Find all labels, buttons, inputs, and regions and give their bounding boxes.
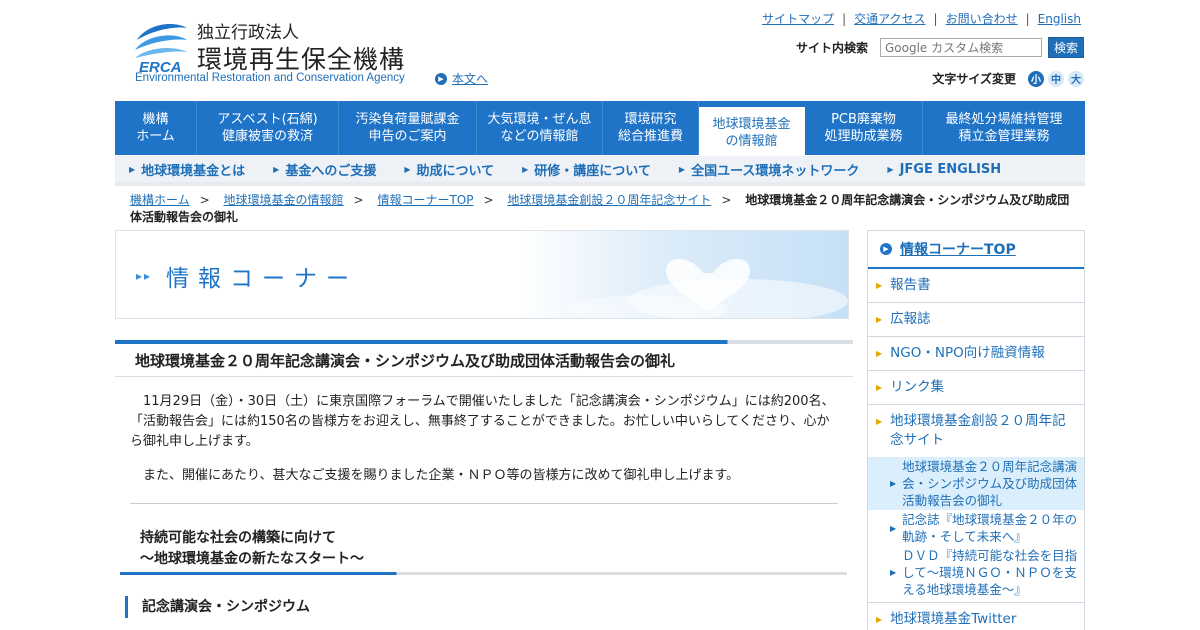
gnav-item-asbestos[interactable]: アスベスト(石綿) 健康被害の救済 bbox=[197, 101, 339, 155]
gnav-item-env-research[interactable]: 環境研究 総合推進費 bbox=[603, 101, 699, 155]
divider bbox=[130, 503, 838, 504]
side-nav: ▶ 情報コーナーTOP ▶ 報告書 ▶ 広報誌 ▶ NGO・NPO向け融資情報 ▶ リン… bbox=[867, 230, 1085, 630]
subnav-item-training[interactable]: ▶ 研修・講座について bbox=[508, 160, 665, 179]
chevron-right-icon: ▶ bbox=[890, 523, 897, 533]
chevron-right-icon: ▶ bbox=[522, 164, 529, 174]
english-link[interactable]: English bbox=[1038, 12, 1081, 26]
site-search: サイト内検索 検索 bbox=[796, 37, 1084, 58]
chevron-right-icon: ▶ bbox=[678, 164, 686, 174]
side-sub-list: ▶ 地球環境基金２０周年記念講演会・シンポジウム及び助成団体活動報告会の御礼 ▶ 記… bbox=[868, 457, 1084, 603]
banner-title: ▸▸ 情報コーナー bbox=[136, 266, 359, 292]
gnav-item-landfill[interactable]: 最終処分場維持管理 積立金管理業務 bbox=[923, 101, 1085, 155]
breadcrumb: 機構ホーム > 地球環境基金の情報館 > 情報コーナーTOP > 地球環境基金創設２０… bbox=[130, 193, 1070, 224]
side-subitem-thanks[interactable]: ▶ 地球環境基金２０周年記念講演会・シンポジウム及び助成団体活動報告会の御礼 bbox=[868, 457, 1084, 510]
section-title: 持続可能な社会の構築に向けて ～地球環境基金の新たなスタート～ bbox=[140, 530, 364, 567]
side-item-reports[interactable]: ▶ 報告書 bbox=[868, 269, 1084, 303]
triangle-right-icon: ▶ bbox=[876, 349, 883, 358]
subnav-item-support[interactable]: ▶ 基金へのご支援 bbox=[259, 160, 390, 179]
breadcrumb-link-info-top[interactable]: 情報コーナーTOP bbox=[377, 193, 473, 207]
subnav-item-grants[interactable]: ▶ 助成について bbox=[390, 160, 508, 179]
side-item-20th-site[interactable]: ▶ 地球環境基金創設２０周年記念サイト bbox=[868, 405, 1084, 457]
subnav-item-about[interactable]: ▶ 地球環境基金とは bbox=[115, 160, 259, 179]
side-nav-head[interactable]: ▶ 情報コーナーTOP bbox=[868, 231, 1084, 269]
triangle-right-icon: ▶ bbox=[876, 383, 883, 392]
org-name-en: Environmental Restoration and Conservati… bbox=[135, 72, 405, 84]
utility-links: サイトマップ | 交通アクセス | お問い合わせ | English bbox=[762, 10, 1081, 27]
font-size-small-button[interactable]: 小 bbox=[1028, 70, 1044, 87]
body-paragraph: また、開催にあたり、甚大なご支援を賜りました企業・ＮＰＯ等の皆様方に改めて御礼申… bbox=[143, 468, 740, 483]
side-item-pr-magazine[interactable]: ▶ 広報誌 bbox=[868, 303, 1084, 337]
sitemap-link[interactable]: サイトマップ bbox=[762, 10, 834, 27]
chevron-right-icon: ▶ bbox=[890, 568, 897, 577]
breadcrumb-link-fund[interactable]: 地球環境基金の情報館 bbox=[224, 193, 344, 207]
gnav-item-pcb[interactable]: PCB廃棄物 処理助成業務 bbox=[805, 101, 923, 155]
double-arrow-icon: ▸▸ bbox=[136, 269, 153, 283]
triangle-right-icon: ▶ bbox=[876, 615, 883, 624]
subnav-item-youth-network[interactable]: ▶ 全国ユース環境ネットワーク bbox=[665, 160, 874, 179]
font-size-medium-button[interactable]: 中 bbox=[1048, 70, 1064, 87]
gnav-item-global-env-fund[interactable]: 地球環境基金 の情報館 bbox=[699, 107, 805, 155]
site-logo[interactable]: ERCA 独立行政法人 環境再生保全機構 Environmental Resto… bbox=[133, 16, 433, 86]
search-label: サイト内検索 bbox=[795, 41, 868, 55]
subsection-title: 記念講演会・シンポジウム bbox=[125, 596, 310, 618]
global-nav: 機構 ホーム アスベスト(石綿) 健康被害の救済 汚染負荷量賦課金 申告のご案内 大気… bbox=[115, 101, 1085, 155]
arrow-circle-icon: ▶ bbox=[880, 243, 892, 255]
chevron-right-icon: ▶ bbox=[404, 164, 411, 174]
chevron-right-icon: ▶ bbox=[890, 479, 897, 488]
search-button[interactable]: 検索 bbox=[1047, 37, 1084, 58]
chevron-right-icon: ▶ bbox=[887, 164, 894, 174]
heart-cloud-image bbox=[568, 258, 848, 318]
org-name: 環境再生保全機構 bbox=[197, 45, 406, 74]
font-size-switcher: 文字サイズ変更 小 中 大 bbox=[932, 70, 1084, 87]
side-subitem-dvd[interactable]: ▶ ＤＶＤ『持続可能な社会を目指して～環境ＮＧＯ・ＮＰＯを支える地球環境基金～』 bbox=[868, 546, 1084, 599]
side-item-ngo-loans[interactable]: ▶ NGO・NPO向け融資情報 bbox=[868, 337, 1084, 371]
erca-logo-icon: ERCA bbox=[135, 24, 187, 74]
triangle-right-icon: ▶ bbox=[876, 315, 883, 324]
breadcrumb-link-home[interactable]: 機構ホーム bbox=[130, 193, 190, 207]
section-accent-bar bbox=[120, 572, 847, 575]
skip-to-content-link[interactable]: ▶ 本文へ bbox=[435, 70, 488, 87]
font-size-large-button[interactable]: 大 bbox=[1068, 70, 1084, 87]
side-nav-head-link[interactable]: 情報コーナーTOP bbox=[900, 239, 1016, 259]
contact-link[interactable]: お問い合わせ bbox=[946, 10, 1018, 27]
page-banner: ▸▸ 情報コーナー bbox=[115, 230, 849, 319]
side-subitem-commemorative-book[interactable]: ▶ 記念誌『地球環境基金２０年の軌跡・そして未来へ』 bbox=[868, 510, 1084, 546]
search-input[interactable] bbox=[879, 38, 1042, 57]
side-item-twitter[interactable]: ▶ 地球環境基金Twitter bbox=[868, 603, 1084, 630]
triangle-right-icon: ▶ bbox=[876, 281, 883, 290]
body-paragraph: 11月29日（金）・30日（土）に東京国際フォーラムで開催いたしました「記念講演… bbox=[130, 394, 835, 449]
chevron-right-icon: ▶ bbox=[129, 164, 136, 174]
gnav-item-pollution-levy[interactable]: 汚染負荷量賦課金 申告のご案内 bbox=[339, 101, 477, 155]
page-title: 地球環境基金２０周年記念講演会・シンポジウム及び助成団体活動報告会の御礼 bbox=[115, 344, 853, 377]
triangle-right-icon: ▶ bbox=[876, 417, 883, 426]
access-link[interactable]: 交通アクセス bbox=[854, 10, 925, 27]
gnav-item-home[interactable]: 機構 ホーム bbox=[115, 101, 197, 155]
gnav-item-air-asthma[interactable]: 大気環境・ぜん息 などの情報館 bbox=[477, 101, 603, 155]
breadcrumb-link-20th[interactable]: 地球環境基金創設２０周年記念サイト bbox=[507, 193, 711, 207]
skip-link-label[interactable]: 本文へ bbox=[452, 70, 488, 87]
side-item-links[interactable]: ▶ リンク集 bbox=[868, 371, 1084, 405]
chevron-right-icon: ▶ bbox=[273, 164, 280, 174]
sub-nav: ▶ 地球環境基金とは ▶ 基金へのご支援 ▶ 助成について ▶ 研修・講座について ▶ 全… bbox=[115, 156, 1085, 186]
arrow-circle-icon: ▶ bbox=[435, 72, 447, 85]
font-size-label: 文字サイズ変更 bbox=[932, 72, 1016, 86]
subnav-item-english[interactable]: ▶ JFGE ENGLISH bbox=[873, 162, 1015, 177]
